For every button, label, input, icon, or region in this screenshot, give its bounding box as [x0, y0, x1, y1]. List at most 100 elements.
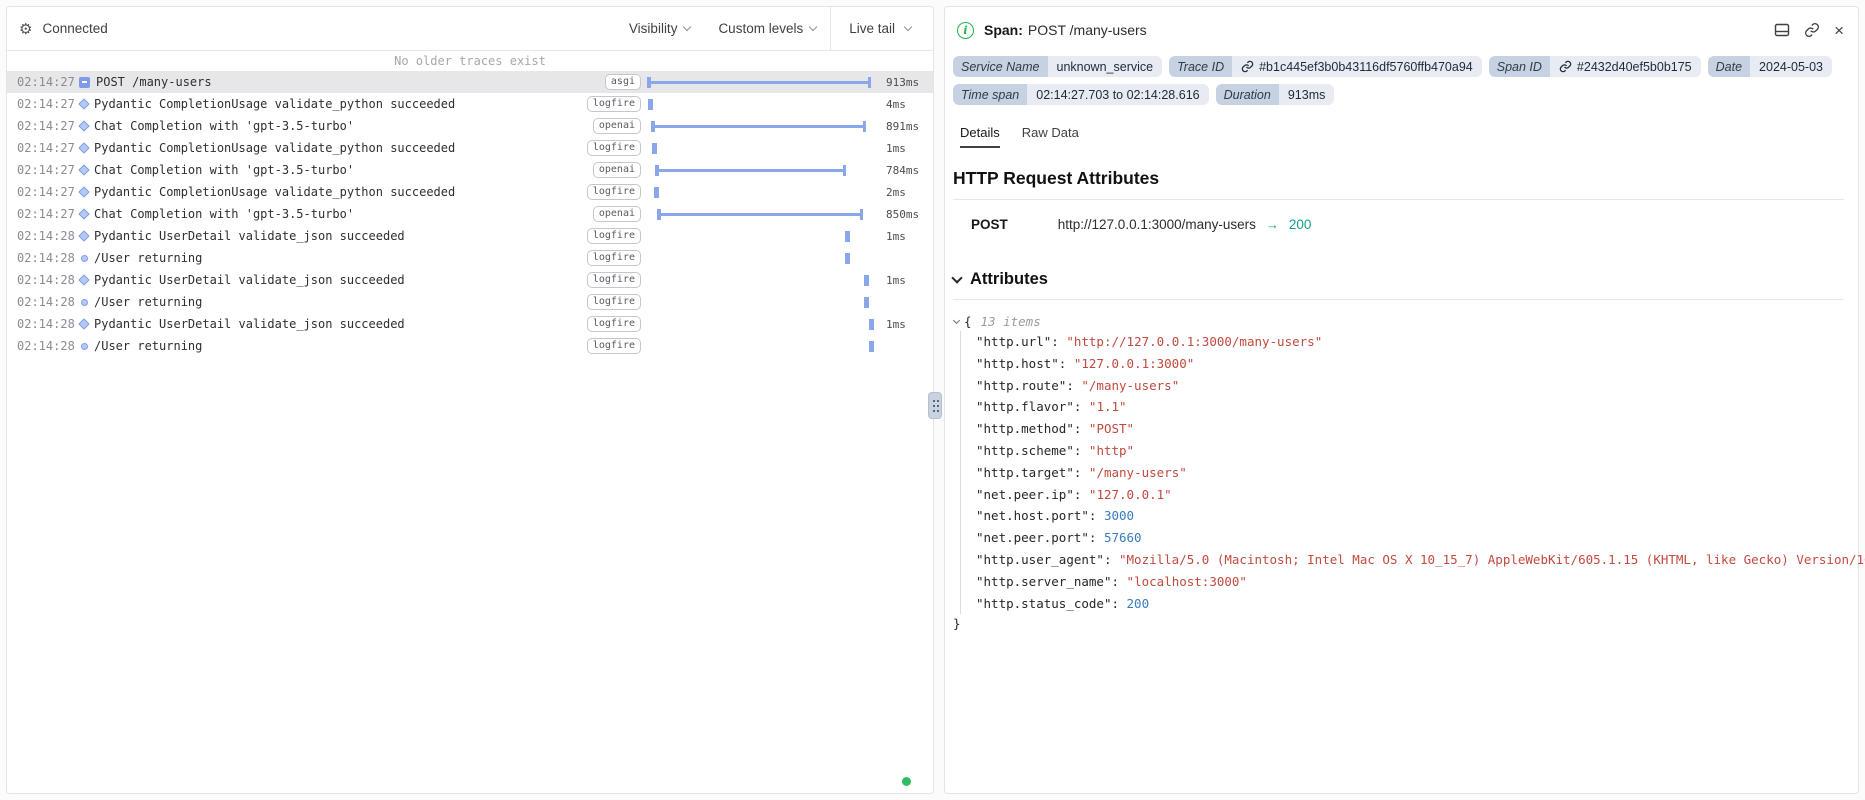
scope-tag: logfire: [587, 228, 641, 244]
trace-row[interactable]: 02:14:28 /User returning logfire: [7, 247, 933, 269]
trace-row[interactable]: 02:14:27 Chat Completion with 'gpt-3.5-t…: [7, 159, 933, 181]
span-kind-icon: [78, 164, 89, 175]
dock-panel-icon[interactable]: [1774, 22, 1790, 38]
chevron-down-icon[interactable]: [951, 272, 962, 283]
span-name: Chat Completion with 'gpt-3.5-turbo': [94, 207, 354, 221]
row-timestamp: 02:14:27: [17, 97, 79, 111]
badge-row-2: Time span 02:14:27.703 to 02:14:28.616 D…: [953, 84, 1844, 105]
span-kind-icon: [81, 299, 88, 306]
trace-row[interactable]: 02:14:28 /User returning logfire: [7, 335, 933, 357]
json-entries: http.urlhttp://127.0.0.1:3000/many-users…: [960, 331, 1844, 614]
span-name: Pydantic UserDetail validate_json succee…: [94, 317, 405, 331]
trace-list-header: ⚙ Connected Visibility Custom levels Liv…: [7, 7, 933, 51]
duration-label: 1ms: [879, 230, 933, 243]
timeline-cell: [647, 93, 879, 115]
duration-bar: [652, 143, 657, 154]
attribute-key: http.host: [976, 356, 1074, 371]
timeline-cell: [647, 313, 879, 335]
attributes-json-viewer: { 13 items http.urlhttp://127.0.0.1:3000…: [953, 314, 1844, 631]
timeline-cell: [647, 137, 879, 159]
trace-row[interactable]: 02:14:27 POST /many-users asgi 913ms: [7, 71, 933, 93]
trace-row[interactable]: 02:14:27 Chat Completion with 'gpt-3.5-t…: [7, 203, 933, 225]
badge-label: Time span: [953, 84, 1027, 105]
scope-tag: logfire: [587, 338, 641, 354]
duration-label: 891ms: [879, 120, 933, 133]
close-icon[interactable]: ×: [1834, 22, 1844, 39]
trace-row[interactable]: 02:14:27 Pydantic CompletionUsage valida…: [7, 137, 933, 159]
trace-row[interactable]: 02:14:28 Pydantic UserDetail validate_js…: [7, 313, 933, 335]
json-attribute-line: http.host127.0.0.1:3000: [976, 353, 1844, 375]
timeline-cell: [647, 159, 879, 181]
attribute-key: http.status_code: [976, 596, 1127, 611]
json-attribute-line: http.methodPOST: [976, 418, 1844, 440]
badge-value-text: 2024-05-03: [1759, 60, 1823, 74]
link-icon[interactable]: [1241, 60, 1254, 73]
trace-row[interactable]: 02:14:27 Pydantic CompletionUsage valida…: [7, 181, 933, 203]
scope-tag: logfire: [587, 272, 641, 288]
tab[interactable]: Raw Data: [1022, 125, 1079, 148]
attribute-key: http.route: [976, 378, 1081, 393]
row-timestamp: 02:14:27: [17, 141, 79, 155]
span-kind-icon: [78, 230, 89, 241]
scope-tag: logfire: [587, 250, 641, 266]
attribute-value: http: [1089, 443, 1134, 458]
visibility-label: Visibility: [629, 21, 678, 36]
scope-tag: logfire: [587, 184, 641, 200]
trace-row[interactable]: 02:14:28 Pydantic UserDetail validate_js…: [7, 225, 933, 247]
attribute-value: 1.1: [1089, 399, 1127, 414]
http-method: POST: [971, 217, 1008, 232]
timeline-cell: [647, 181, 879, 203]
tab[interactable]: Details: [960, 125, 1000, 148]
duration-bar: [869, 319, 874, 330]
row-timestamp: 02:14:28: [17, 317, 79, 331]
http-request-summary: POST http://127.0.0.1:3000/many-users → …: [971, 217, 1844, 232]
copy-link-icon[interactable]: [1804, 22, 1820, 38]
custom-levels-dropdown[interactable]: Custom levels: [704, 21, 830, 36]
span-kind-icon: [79, 77, 90, 88]
json-attribute-line: http.urlhttp://127.0.0.1:3000/many-users: [976, 331, 1844, 353]
span-name: /User returning: [94, 339, 202, 353]
metadata-badge: Date 2024-05-03: [1708, 56, 1832, 77]
trace-row[interactable]: 02:14:27 Pydantic CompletionUsage valida…: [7, 93, 933, 115]
duration-label: 1ms: [879, 318, 933, 331]
duration-bar: [655, 169, 846, 172]
chevron-down-icon: [809, 23, 817, 31]
span-title-prefix: Span:: [984, 22, 1023, 38]
attribute-key: http.method: [976, 421, 1089, 436]
json-attribute-line: net.host.port3000: [976, 505, 1844, 527]
attributes-section-header: Attributes: [953, 270, 1844, 289]
attribute-key: http.scheme: [976, 443, 1089, 458]
trace-row[interactable]: 02:14:27 Chat Completion with 'gpt-3.5-t…: [7, 115, 933, 137]
duration-bar: [869, 341, 874, 352]
badge-value: #b1c445ef3b0b43116df5760ffb470a94: [1232, 56, 1482, 77]
link-icon[interactable]: [1559, 60, 1572, 73]
attribute-value: 127.0.0.1: [1089, 487, 1172, 502]
duration-bar: [647, 81, 871, 84]
span-kind-icon: [78, 208, 89, 219]
badge-value-text: #2432d40ef5b0b175: [1577, 60, 1692, 74]
attribute-key: http.user_agent: [976, 552, 1119, 567]
badge-label: Duration: [1216, 84, 1279, 105]
divider: [953, 299, 1844, 300]
chevron-down-icon[interactable]: [953, 317, 960, 324]
duration-bar: [864, 297, 869, 308]
span-kind-icon: [81, 255, 88, 262]
trace-row[interactable]: 02:14:28 /User returning logfire: [7, 291, 933, 313]
attribute-value: 200: [1127, 596, 1150, 611]
span-name: Chat Completion with 'gpt-3.5-turbo': [94, 163, 354, 177]
badge-value: 913ms: [1279, 84, 1335, 105]
row-timestamp: 02:14:28: [17, 251, 79, 265]
span-name: Chat Completion with 'gpt-3.5-turbo': [94, 119, 354, 133]
duration-bar: [657, 213, 863, 216]
attribute-key: http.server_name: [976, 574, 1127, 589]
panel-resize-handle[interactable]: [928, 392, 942, 419]
attribute-key: http.flavor: [976, 399, 1089, 414]
http-status-code: 200: [1289, 217, 1312, 232]
duration-bar: [654, 187, 659, 198]
trace-row[interactable]: 02:14:28 Pydantic UserDetail validate_js…: [7, 269, 933, 291]
live-tail-dropdown[interactable]: Live tail: [830, 7, 933, 50]
settings-gear-icon[interactable]: ⚙: [19, 20, 32, 38]
duration-label: 850ms: [879, 208, 933, 221]
visibility-dropdown[interactable]: Visibility: [615, 21, 705, 36]
metadata-badge: Duration 913ms: [1216, 84, 1335, 105]
